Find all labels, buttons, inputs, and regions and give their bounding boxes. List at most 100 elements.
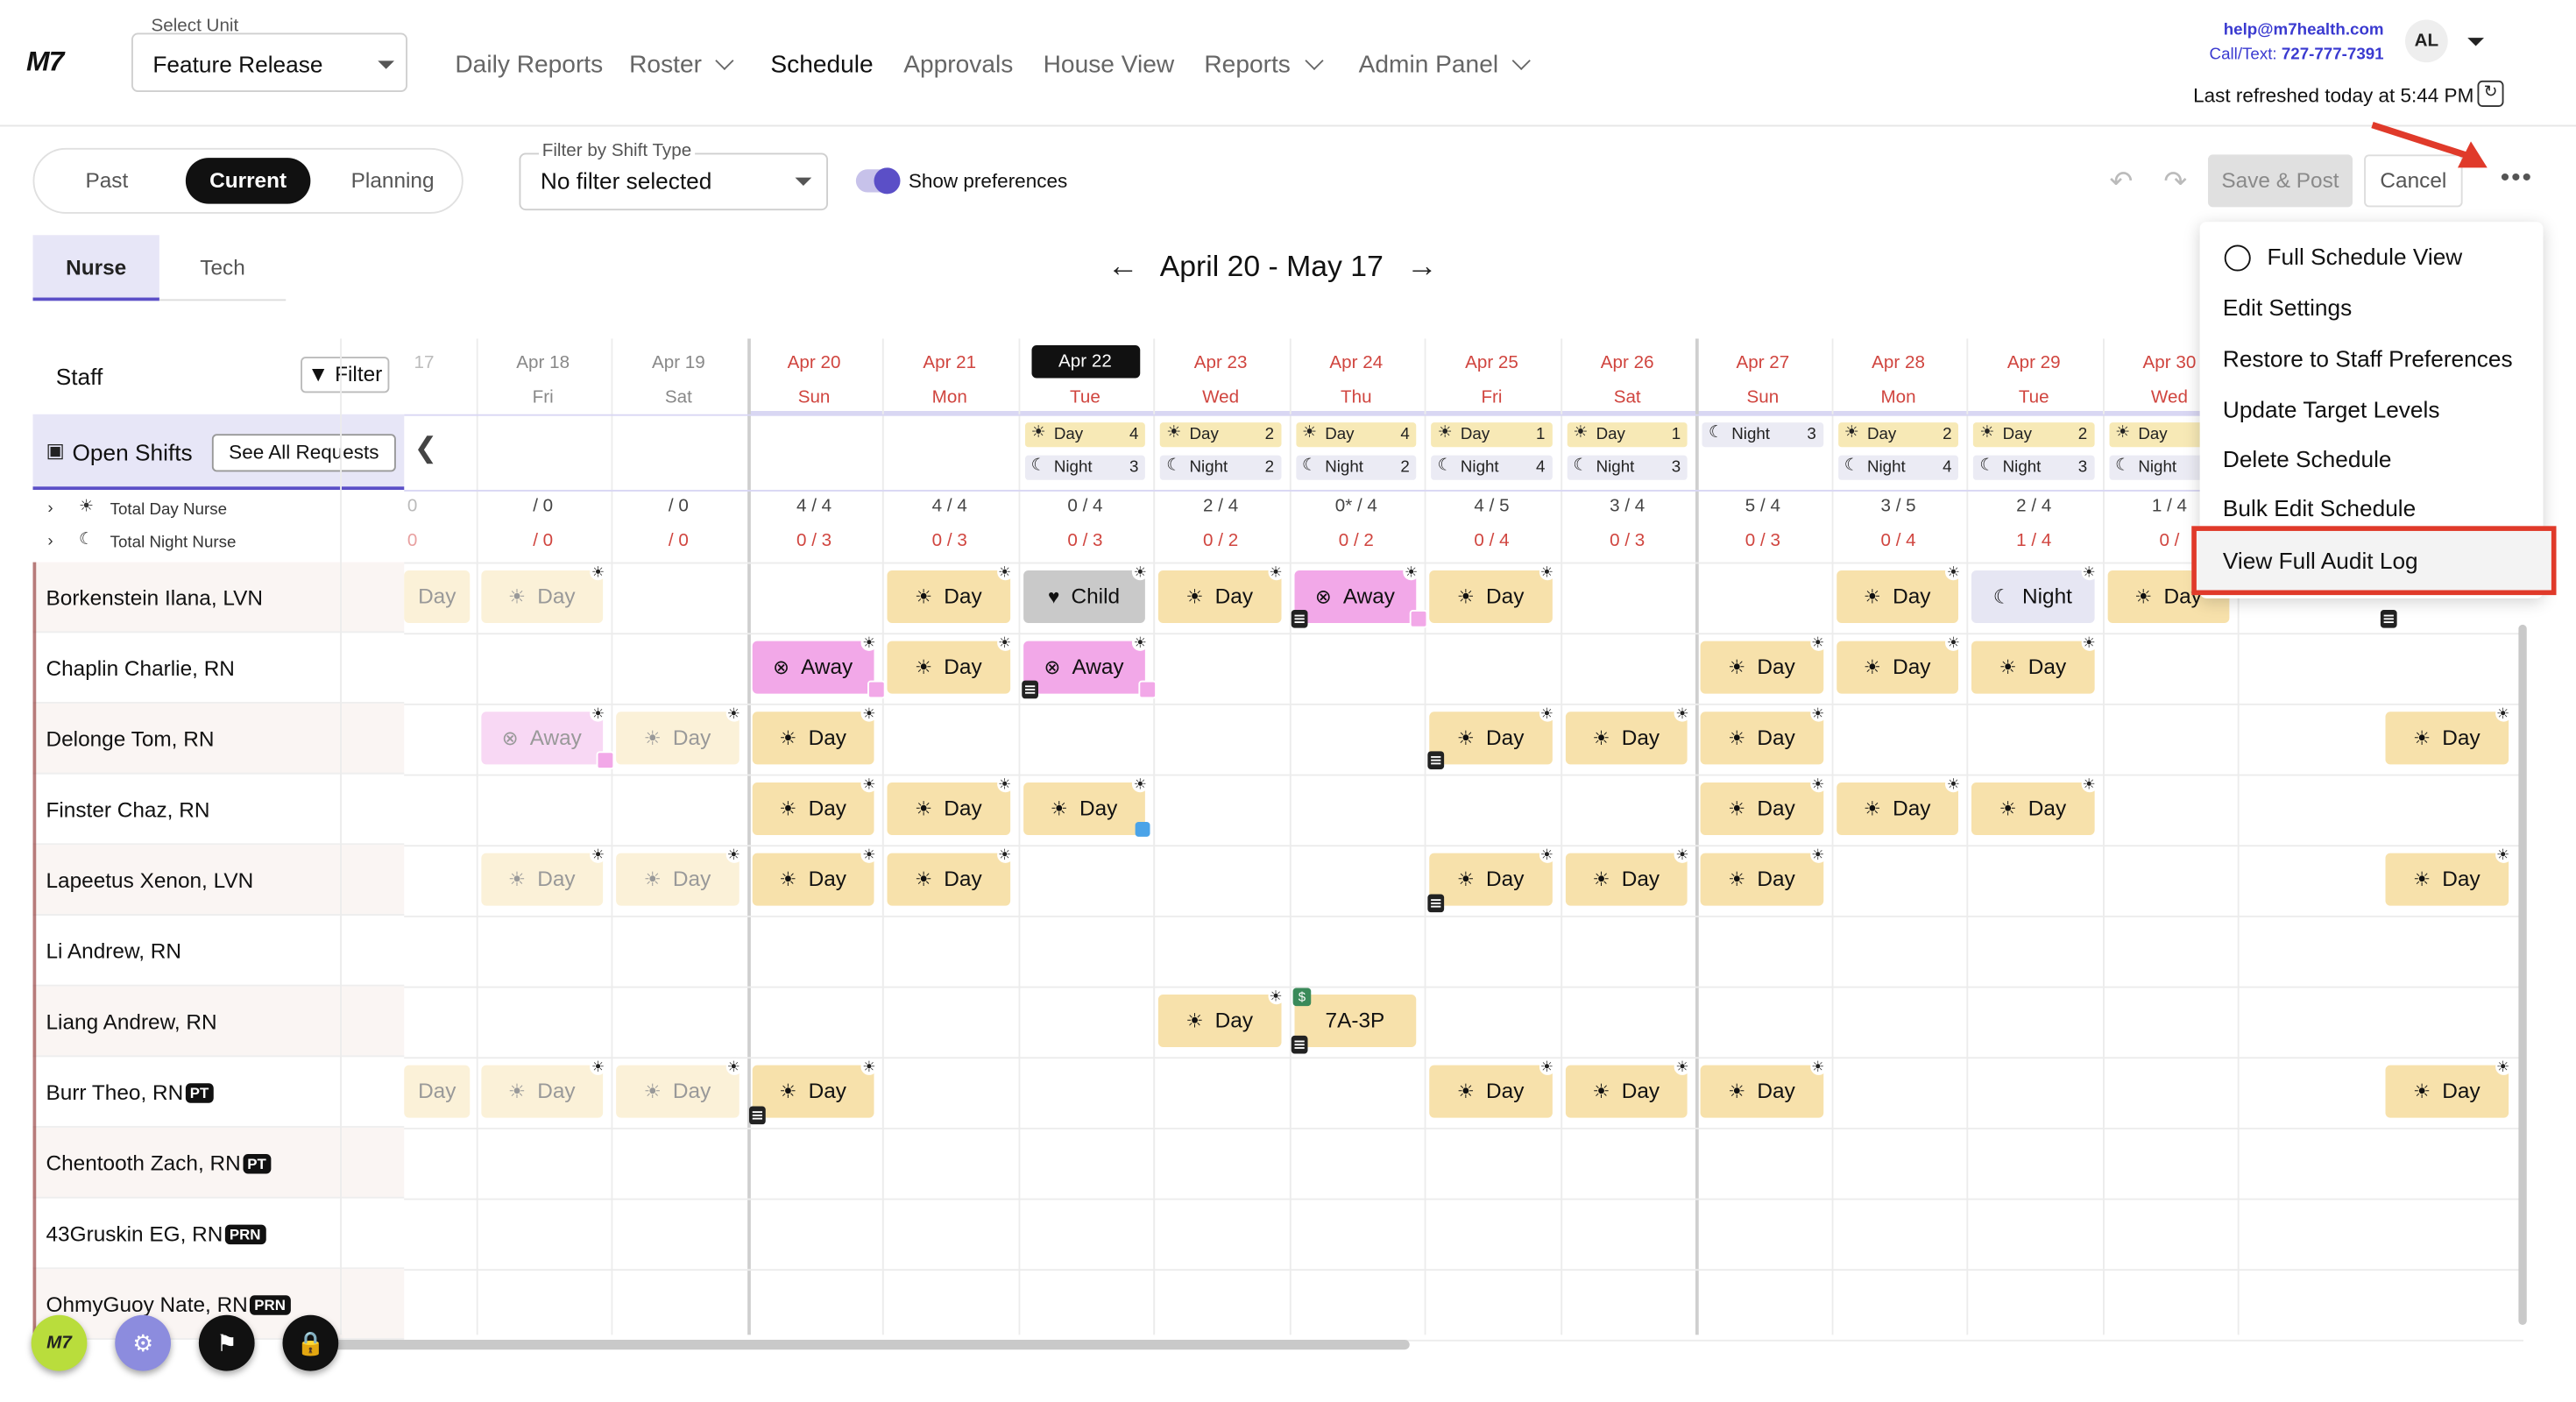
open-shift-chip-night[interactable]: ☾ Night 2 — [1159, 455, 1281, 480]
shift-day[interactable]: Day — [404, 570, 471, 624]
staff-row[interactable]: Lapeetus Xenon, LVN — [32, 845, 405, 916]
redo-icon[interactable]: ↷ — [2163, 166, 2187, 199]
staff-row[interactable]: Liang Andrew, RN — [32, 986, 405, 1058]
segment-past[interactable]: Past — [53, 158, 161, 204]
open-shift-chip-day[interactable]: ☀ Day 4 — [1295, 422, 1417, 448]
shift-day[interactable]: ☀ Day — [480, 570, 604, 624]
tab-tech[interactable]: Tech — [159, 235, 287, 301]
help-call-number[interactable]: 727-777-7391 — [2282, 46, 2384, 65]
column-header-apr-27[interactable]: Apr 27 Sun — [1695, 338, 1830, 414]
shift-day[interactable]: ☀ Day — [1429, 1065, 1552, 1118]
open-shift-chip-night[interactable]: ☾ Night 3 — [1972, 455, 2094, 480]
nav-daily-reports[interactable]: Daily Reports — [455, 51, 603, 79]
collapse-panel-icon[interactable]: ❮ — [414, 432, 438, 465]
menu-bulk-edit-schedule[interactable]: Bulk Edit Schedule — [2223, 495, 2416, 521]
shift-away[interactable]: ⊗ Away — [1293, 570, 1417, 624]
vertical-scrollbar[interactable] — [2518, 624, 2527, 1326]
tab-nurse[interactable]: Nurse — [32, 235, 159, 301]
more-options-icon[interactable]: ••• — [2501, 165, 2533, 195]
open-shift-chip-night[interactable]: ☾ Night 4 — [1837, 455, 1958, 480]
refresh-icon[interactable]: ↻ — [2477, 80, 2504, 107]
m7-fab[interactable]: M7 — [31, 1314, 88, 1371]
shift-day[interactable]: ☀ Day — [1971, 641, 2094, 694]
note-icon[interactable] — [1291, 1035, 1308, 1054]
column-header-apr-19[interactable]: Apr 19 Sat — [612, 338, 747, 414]
shift-day[interactable]: ☀ Day — [1157, 570, 1281, 624]
radio-circle-icon[interactable] — [2224, 244, 2251, 272]
shift-day[interactable]: ☀ Day — [1700, 853, 1823, 906]
open-shift-chip-day[interactable]: ☀ Day 1 — [1566, 422, 1688, 448]
shift-type-filter[interactable]: No filter selected — [519, 152, 828, 211]
open-shift-chip-night[interactable]: ☾ Night 3 — [1024, 455, 1145, 480]
shift-day[interactable]: ☀ Day — [480, 853, 604, 906]
shift-day[interactable]: ☀ Day — [616, 1065, 739, 1118]
note-icon[interactable] — [1427, 894, 1445, 913]
shift-day[interactable]: ☀ Day — [1700, 1065, 1823, 1118]
shift-day[interactable]: ☀ Day — [1700, 712, 1823, 765]
note-icon[interactable] — [1291, 609, 1308, 628]
shift-day[interactable]: ☀ Day — [887, 570, 1010, 624]
open-shift-chip-night[interactable]: ☾ Night 2 — [1295, 455, 1417, 480]
open-shift-chip-day[interactable]: ☀ Day 2 — [1972, 422, 2094, 448]
unit-select[interactable]: Feature Release — [131, 32, 407, 93]
expand-icon[interactable]: › — [47, 499, 53, 518]
shift-day[interactable]: ☀ Day — [887, 853, 1010, 906]
shift-day[interactable]: ☀ Day — [1564, 1065, 1688, 1118]
shift-day[interactable]: ☀ Day — [751, 1065, 874, 1118]
staff-row[interactable]: Delonge Tom, RN — [32, 703, 405, 775]
nav-house-view[interactable]: House View — [1044, 51, 1175, 79]
undo-icon[interactable]: ↶ — [2110, 166, 2134, 199]
m7-logo[interactable]: M7 — [26, 46, 64, 80]
shift-day[interactable]: ☀ Day — [616, 853, 739, 906]
column-header-apr-26[interactable]: Apr 26 Sat — [1560, 338, 1695, 414]
column-header-apr-25[interactable]: Apr 25 Fri — [1425, 338, 1560, 414]
menu-update-target-levels[interactable]: Update Target Levels — [2223, 396, 2440, 422]
shift-child[interactable]: ♥ Child — [1023, 570, 1145, 624]
shift-day[interactable]: ☀ Day — [2385, 712, 2509, 765]
shift-day[interactable]: ☀ Day — [1023, 782, 1145, 836]
menu-delete-schedule[interactable]: Delete Schedule — [2223, 445, 2392, 471]
shift-day[interactable]: ☀ Day — [616, 712, 739, 765]
note-icon[interactable] — [1022, 680, 1038, 699]
shift-day[interactable]: ☀ Day — [480, 1065, 604, 1118]
nav-admin-panel[interactable]: Admin Panel — [1359, 51, 1531, 79]
shift-day[interactable]: ☀ Day — [1429, 853, 1552, 906]
shift-day[interactable]: ☀ Day — [887, 641, 1010, 694]
staff-row[interactable]: Finster Chaz, RN — [32, 775, 405, 846]
avatar[interactable]: AL — [2405, 19, 2448, 63]
horizontal-scrollbar[interactable] — [322, 1339, 1410, 1350]
shift-day[interactable]: ☀ Day — [887, 782, 1010, 836]
nav-reports[interactable]: Reports — [1204, 51, 1323, 79]
save-post-button[interactable]: Save & Post — [2208, 154, 2353, 208]
shift-day[interactable]: Day — [404, 1065, 471, 1118]
column-header-apr-23[interactable]: Apr 23 Wed — [1153, 338, 1288, 414]
column-header-apr-28[interactable]: Apr 28 Mon — [1831, 338, 1966, 414]
open-shift-chip-day[interactable]: ☀ Day 2 — [1159, 422, 1281, 448]
nav-approvals[interactable]: Approvals — [903, 51, 1013, 79]
open-shift-chip-day[interactable]: ☀ Day 2 — [1837, 422, 1958, 448]
shift-7a-3p[interactable]: 7A-3P — [1293, 994, 1417, 1048]
column-header-apr-24[interactable]: Apr 24 Thu — [1289, 338, 1424, 414]
shift-day[interactable]: ☀ Day — [1564, 712, 1688, 765]
shift-away[interactable]: ⊗ Away — [751, 641, 874, 694]
help-email-link[interactable]: help@m7health.com — [2224, 21, 2384, 39]
shift-day[interactable]: ☀ Day — [1836, 641, 1958, 694]
lock-icon[interactable]: 🔒 — [282, 1314, 339, 1371]
segment-planning[interactable]: Planning — [330, 158, 456, 204]
open-shift-chip-night[interactable]: ☾ Night 3 — [1702, 422, 1823, 448]
open-shift-chip-night[interactable]: ☾ Night 3 — [1566, 455, 1688, 480]
staff-row[interactable]: 43Gruskin EG, RN PRN — [32, 1199, 405, 1270]
shift-day[interactable]: ☀ Day — [751, 712, 874, 765]
chevron-down-icon[interactable] — [2467, 38, 2484, 46]
next-period-arrow-icon[interactable]: → — [1406, 250, 1438, 286]
open-shift-chip-night[interactable]: ☾ Night 4 — [1431, 455, 1552, 480]
see-all-requests-button[interactable]: See All Requests — [211, 434, 396, 472]
menu-view-full-audit-log[interactable]: View Full Audit Log — [2191, 526, 2557, 596]
menu-restore-preferences[interactable]: Restore to Staff Preferences — [2223, 345, 2513, 372]
flag-icon[interactable]: ⚑ — [198, 1314, 255, 1371]
shift-day[interactable]: ☀ Day — [1157, 994, 1281, 1048]
shift-day[interactable]: ☀ Day — [1836, 782, 1958, 836]
shift-day[interactable]: ☀ Day — [1836, 570, 1958, 624]
shift-away[interactable]: ⊗ Away — [1023, 641, 1145, 694]
shift-away[interactable]: ⊗ Away — [480, 712, 604, 765]
